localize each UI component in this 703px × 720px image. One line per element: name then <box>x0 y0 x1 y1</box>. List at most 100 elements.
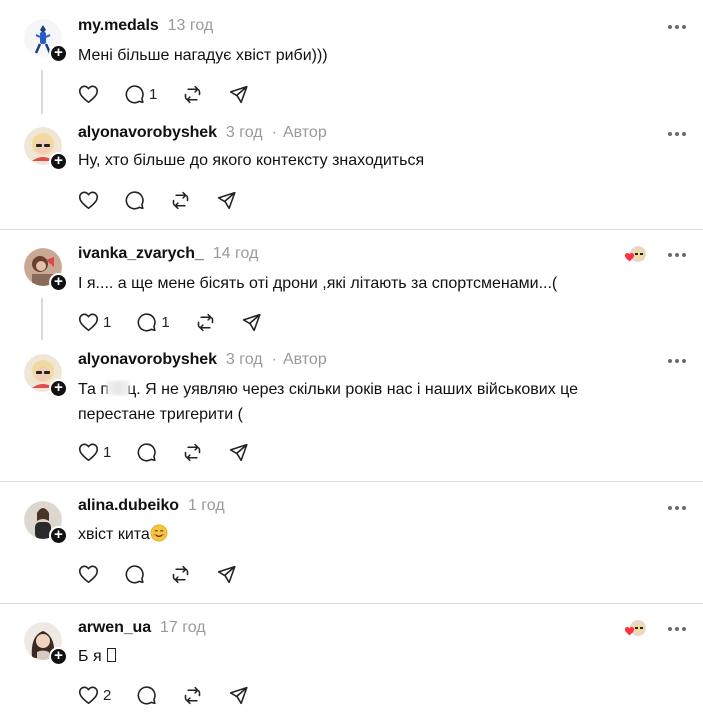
share-button[interactable] <box>228 82 249 106</box>
action-bar: 1 <box>78 82 274 106</box>
heart-icon <box>78 85 99 104</box>
share-button[interactable] <box>241 310 262 334</box>
like-button[interactable]: 2 <box>78 683 111 707</box>
repost-button[interactable] <box>182 440 203 464</box>
more-options-icon[interactable] <box>668 626 686 632</box>
send-icon <box>230 686 248 704</box>
send-icon <box>217 565 236 583</box>
username[interactable]: alina.dubeiko <box>78 497 179 515</box>
timestamp: 3 год <box>225 124 263 141</box>
repost-button[interactable] <box>182 82 203 106</box>
share-button[interactable] <box>216 188 237 212</box>
avatar[interactable]: + <box>24 248 68 292</box>
repost-icon <box>185 686 201 704</box>
follow-plus-icon[interactable]: + <box>49 152 68 171</box>
comment-text-line: Б я <box>78 648 102 665</box>
like-button[interactable] <box>78 188 99 212</box>
timestamp: 17 год <box>160 619 206 636</box>
avatar[interactable]: + <box>24 622 68 666</box>
username[interactable]: arwen_ua <box>78 619 151 637</box>
repost-button[interactable] <box>170 562 191 586</box>
repost-button[interactable] <box>182 683 203 707</box>
timestamp: 3 год <box>225 351 263 368</box>
action-bar: 1 <box>78 440 274 464</box>
follow-plus-icon[interactable]: + <box>49 273 68 292</box>
like-count: 1 <box>103 443 112 461</box>
thread-divider <box>0 229 703 230</box>
username[interactable]: alyonavorobyshek <box>78 351 217 369</box>
heart-filled-icon <box>624 253 635 262</box>
share-button[interactable] <box>228 440 249 464</box>
avatar[interactable]: + <box>24 501 68 545</box>
comment-text: Та п ц. Я не уявляю через скільки років н… <box>78 377 578 427</box>
like-button[interactable]: 1 <box>78 310 111 334</box>
missing-glyph-box <box>107 648 117 662</box>
reply-button[interactable] <box>124 188 145 212</box>
author-badge: · Автор <box>271 124 327 141</box>
send-icon <box>230 443 248 461</box>
more-options-icon[interactable] <box>668 24 686 30</box>
like-button[interactable] <box>78 82 99 106</box>
username[interactable]: my.medals <box>78 17 159 35</box>
comment-text-line: Ну, хто більше до якого контексту знаход… <box>78 152 425 169</box>
more-options-icon[interactable] <box>668 505 686 511</box>
comment-bubble-icon <box>125 564 144 584</box>
comment-text-line: перестане тригерити ( <box>78 406 244 423</box>
comment-text: Мені більше нагадує хвіст риби))) <box>78 43 328 68</box>
repost-button[interactable] <box>195 310 216 334</box>
action-bar: 1 1 <box>78 310 287 334</box>
heart-icon <box>78 191 99 210</box>
comment-header: alyonavorobyshek 3 год · Автор <box>78 351 327 373</box>
follow-plus-icon[interactable]: + <box>49 379 68 398</box>
username[interactable]: alyonavorobyshek <box>78 124 217 142</box>
reply-count: 1 <box>149 85 158 103</box>
avatar[interactable]: + <box>24 127 68 171</box>
reply-count: 1 <box>161 313 170 331</box>
more-options-icon[interactable] <box>668 252 686 258</box>
reply-button[interactable]: 1 <box>136 310 170 334</box>
send-icon <box>230 85 248 103</box>
comment-text: І я.... а ще мене бісять оті дрони ,які … <box>78 271 557 296</box>
avatar[interactable]: + <box>24 19 68 63</box>
reply-button[interactable]: 1 <box>124 82 157 106</box>
comment-text-line: Мені більше нагадує хвіст риби))) <box>78 47 328 64</box>
comment-bubble-icon <box>125 190 144 210</box>
comment-bubble-icon <box>137 685 157 705</box>
thread-divider <box>0 603 703 604</box>
reply-button[interactable] <box>136 440 157 464</box>
send-icon <box>242 313 261 331</box>
username[interactable]: ivanka_zvarych_ <box>78 245 204 263</box>
comment-text: Б я <box>78 644 117 669</box>
comment-text-start: Та п <box>78 381 110 398</box>
comment-text-rest: ц. Я не уявляю через скільки років нас і… <box>127 381 579 398</box>
timestamp: 13 год <box>167 17 214 34</box>
avatar[interactable]: + <box>24 354 68 398</box>
share-button[interactable] <box>228 683 249 707</box>
follow-plus-icon[interactable]: + <box>49 647 68 666</box>
repost-icon <box>197 313 213 331</box>
repost-button[interactable] <box>170 188 191 212</box>
more-options-icon[interactable] <box>668 131 686 137</box>
liked-by-author-indicator <box>624 245 648 265</box>
comment-header: my.medals 13 год <box>78 17 213 39</box>
action-bar: 2 <box>78 683 274 707</box>
like-button[interactable] <box>78 562 99 586</box>
smiling-face-emoji-icon <box>150 524 168 542</box>
reply-button[interactable] <box>124 562 145 586</box>
thread-line <box>41 298 43 340</box>
comment-header: alina.dubeiko 1 год <box>78 497 225 519</box>
heart-filled-icon <box>624 627 635 636</box>
follow-plus-icon[interactable]: + <box>49 526 68 545</box>
timestamp: 14 год <box>212 245 259 262</box>
share-button[interactable] <box>216 562 237 586</box>
comment-header: alyonavorobyshek 3 год · Автор <box>78 124 327 146</box>
follow-plus-icon[interactable]: + <box>49 44 68 63</box>
more-options-icon[interactable] <box>668 358 686 364</box>
repost-icon <box>172 565 189 583</box>
reply-button[interactable] <box>136 683 157 707</box>
action-bar <box>78 188 262 212</box>
like-button[interactable]: 1 <box>78 440 111 464</box>
heart-icon <box>78 565 99 584</box>
comment-header: ivanka_zvarych_ 14 год <box>78 245 258 267</box>
comment-bubble-icon <box>137 442 157 462</box>
